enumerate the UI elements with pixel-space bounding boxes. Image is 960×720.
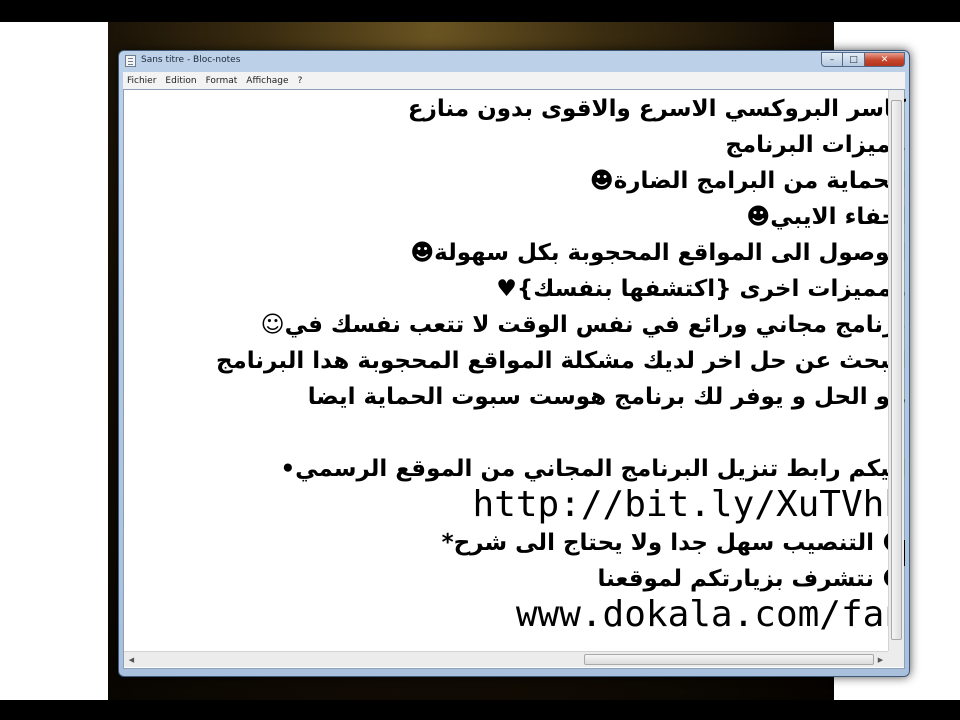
- text-line: ☺برنامج مجاني ورائع في نفس الوقت لا تتعب…: [260, 312, 906, 338]
- menu-edition[interactable]: Edition: [161, 76, 201, 86]
- close-button[interactable]: ✕: [865, 52, 905, 67]
- text-line: ♥ومميزات اخرى {اكتشفها بنفسك}: [496, 276, 906, 302]
- text-line: ☻اخفاء الايبي: [746, 204, 906, 230]
- menu-format[interactable]: Format: [202, 76, 243, 86]
- scrollbar-corner: [888, 651, 904, 667]
- window-title: Sans titre - Bloc-notes: [141, 55, 241, 65]
- text-line: ☻الحماية من البرامج الضارة: [589, 168, 906, 194]
- vertical-scrollbar[interactable]: [888, 90, 904, 651]
- window-controls: – □ ✕: [821, 52, 905, 68]
- document-text[interactable]: كاسر البروكسي الاسرع والاقوى بدون منازع …: [144, 91, 906, 651]
- horizontal-scrollbar[interactable]: ◀ ▶: [124, 651, 888, 667]
- scroll-left-arrow-icon[interactable]: ◀: [124, 652, 139, 667]
- horizontal-scroll-thumb[interactable]: [584, 654, 874, 665]
- scroll-right-arrow-icon[interactable]: ▶: [873, 652, 888, 667]
- title-bar[interactable]: Sans titre - Bloc-notes – □ ✕: [119, 51, 909, 71]
- text-line: ☻الوصول الى المواقع المحجوبة بكل سهولة: [410, 240, 906, 266]
- text-line: هو الحل و يوفر لك برنامج هوست سبوت الحما…: [307, 384, 906, 410]
- vertical-scroll-thumb[interactable]: [891, 100, 902, 640]
- letterbox-bottom: [0, 700, 960, 720]
- text-line: •اليكم رابط تنزيل البرنامج المجاني من ال…: [280, 456, 906, 482]
- notepad-icon[interactable]: [125, 55, 136, 67]
- menu-help[interactable]: ?: [294, 76, 308, 86]
- text-line: نتشرف بزيارتكم لموقعنا ☻: [597, 566, 906, 592]
- letterbox-top: [0, 0, 960, 22]
- download-link-text: http://bit.ly/XuTVhb: [472, 484, 906, 525]
- menu-bar: Fichier Edition Format Affichage ?: [123, 72, 905, 89]
- text-line: *التنصيب سهل جدا ولا يحتاج الى شرح ☻: [441, 530, 906, 556]
- text-line: البحث عن حل اخر لديك مشكلة المواقع المحج…: [215, 348, 906, 374]
- menu-fichier[interactable]: Fichier: [123, 76, 161, 86]
- text-line: كاسر البروكسي الاسرع والاقوى بدون منازع: [407, 96, 906, 122]
- background-page-left: [0, 22, 108, 700]
- text-editor-area[interactable]: كاسر البروكسي الاسرع والاقوى بدون منازع …: [123, 89, 906, 669]
- minimize-button[interactable]: –: [821, 52, 843, 67]
- maximize-button[interactable]: □: [843, 52, 865, 67]
- notepad-window: Sans titre - Bloc-notes – □ ✕ Fichier Ed…: [118, 50, 910, 677]
- text-line: مميزات البرنامج: [725, 132, 906, 158]
- text-cursor: [904, 540, 905, 566]
- menu-affichage[interactable]: Affichage: [242, 76, 293, 86]
- website-url-text: www.dokala.com/fan: [515, 594, 906, 635]
